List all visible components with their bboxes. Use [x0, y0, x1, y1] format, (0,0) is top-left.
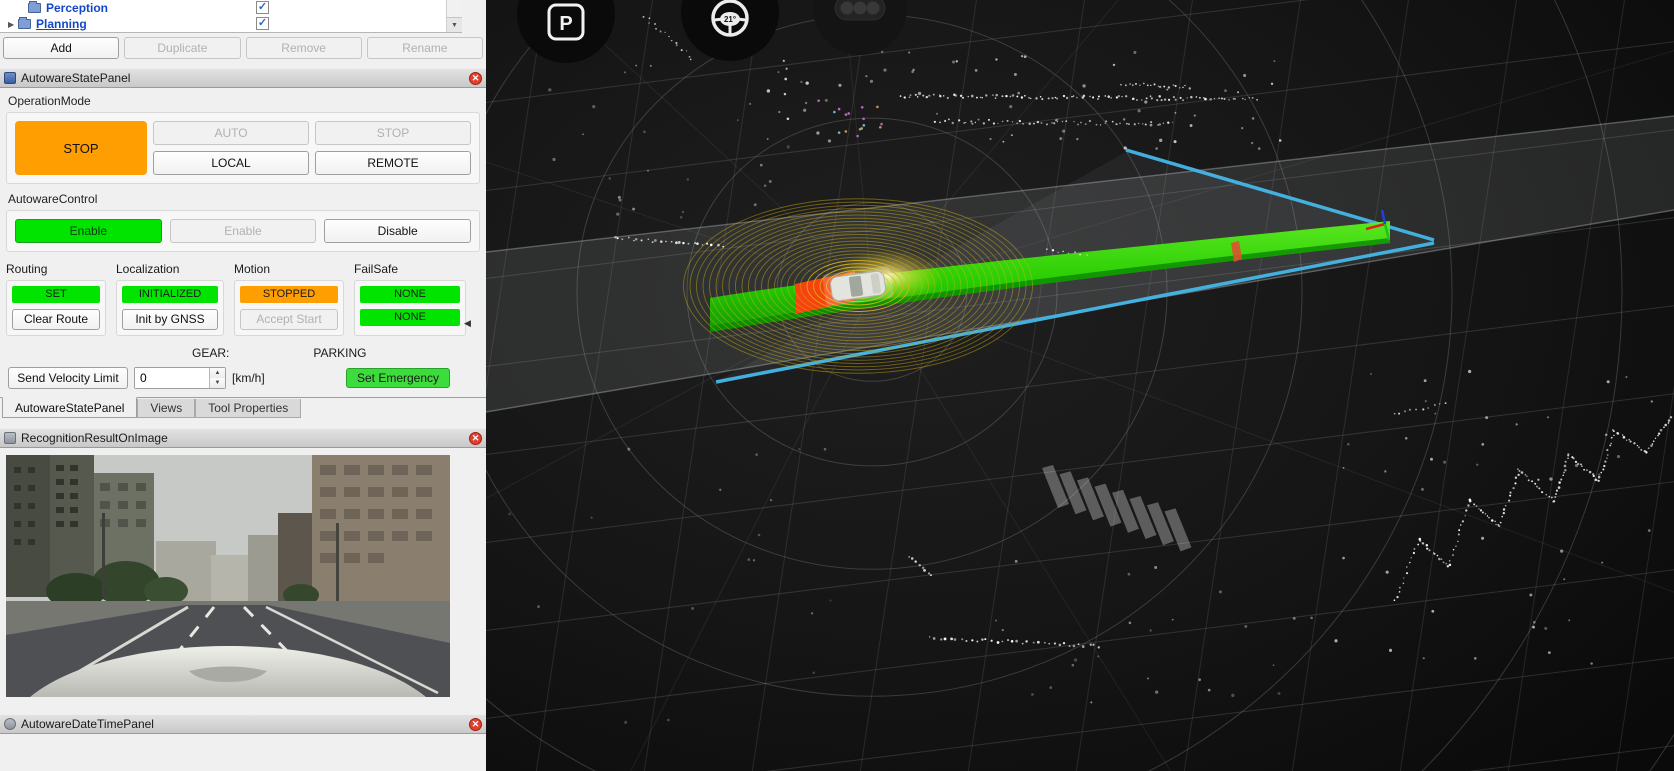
clear-route-button[interactable]: Clear Route [12, 309, 100, 330]
failsafe-status-badge: NONE [360, 286, 460, 303]
datetime-panel-body [0, 734, 486, 771]
init-by-gnss-button[interactable]: Init by GNSS [122, 309, 218, 330]
operation-mode-label: OperationMode [8, 94, 480, 110]
tab-tool-properties[interactable]: Tool Properties [195, 399, 301, 418]
auto-mode-button: AUTO [153, 121, 309, 145]
parking-letter: P [559, 13, 572, 35]
set-emergency-button[interactable]: Set Emergency [346, 368, 450, 388]
add-button[interactable]: Add [3, 37, 119, 59]
state-panel-body: OperationMode STOP AUTO STOP LOCAL REMOT… [0, 88, 486, 389]
folder-icon [18, 19, 31, 29]
left-panel: Perception ✓ ▶ Planning ✓ ▼ Add Duplicat… [0, 0, 486, 771]
control-disable-button[interactable]: Disable [324, 219, 471, 243]
routing-label: Routing [6, 262, 106, 278]
autoware-control-group: Enable Enable Disable [6, 210, 480, 252]
camera-image [6, 455, 450, 697]
expand-arrow-icon[interactable]: ▶ [8, 20, 18, 29]
velocity-spinbox[interactable]: ▲ ▼ [134, 367, 226, 389]
spinbox-arrows[interactable]: ▲ ▼ [209, 368, 225, 388]
viewport-container: P 21° [486, 0, 1674, 771]
stop-mode-button: STOP [315, 121, 471, 145]
panel-tabbar: AutowareStatePanel Views Tool Properties [0, 397, 486, 419]
datetime-panel-header[interactable]: AutowareDateTimePanel ✕ [0, 714, 486, 734]
traffic-light-icon [835, 0, 885, 20]
status-columns: SET Clear Route INITIALIZED Init by GNSS… [6, 280, 480, 336]
accept-start-button: Accept Start [240, 309, 338, 330]
status-column-labels: Routing Localization Motion FailSafe [6, 262, 480, 278]
scroll-down-icon[interactable]: ▼ [447, 17, 462, 32]
localization-status-badge: INITIALIZED [122, 286, 218, 303]
tree-item-planning[interactable]: ▶ Planning ✓ [0, 16, 462, 32]
close-icon[interactable]: ✕ [469, 718, 482, 731]
tree-item-perception[interactable]: Perception ✓ [0, 0, 462, 16]
hud-overlay: P 21° [517, 0, 907, 63]
localization-label: Localization [116, 262, 224, 278]
failsafe-label: FailSafe [354, 262, 466, 278]
velocity-input[interactable] [135, 368, 209, 388]
gear-label: GEAR: [192, 346, 229, 360]
velocity-row: Send Velocity Limit ▲ ▼ [km/h] Set Emerg… [6, 367, 480, 389]
routing-group: SET Clear Route [6, 280, 106, 336]
failsafe-group: NONE NONE [354, 280, 466, 336]
remove-button: Remove [246, 37, 362, 59]
close-icon[interactable]: ✕ [469, 72, 482, 85]
control-enable-button: Enable [170, 219, 317, 243]
gear-row: GEAR: PARKING [6, 344, 480, 362]
recognition-panel-header[interactable]: RecognitionResultOnImage ✕ [0, 428, 486, 448]
state-panel-header[interactable]: AutowareStatePanel ✕ [0, 68, 486, 88]
autoware-panel-icon [4, 72, 16, 84]
motion-label: Motion [234, 262, 344, 278]
gear-value: PARKING [313, 346, 366, 360]
routing-status-badge: SET [12, 286, 100, 303]
remote-mode-button[interactable]: REMOTE [315, 151, 471, 175]
steering-angle-value: 21° [724, 15, 736, 24]
recognition-panel-icon [4, 432, 16, 444]
panel-title: AutowareStatePanel [21, 71, 469, 85]
tab-views[interactable]: Views [137, 399, 195, 418]
operation-mode-group: STOP AUTO STOP LOCAL REMOTE [6, 112, 480, 184]
tree-item-label: Planning [36, 17, 87, 31]
datetime-panel-icon [4, 718, 16, 730]
panel-title: AutowareDateTimePanel [21, 717, 469, 731]
localization-group: INITIALIZED Init by GNSS [116, 280, 224, 336]
operation-mode-stop-indicator: STOP [15, 121, 147, 175]
panel-collapse-handle[interactable]: ◀ [464, 312, 476, 334]
perception-checkbox[interactable]: ✓ [256, 1, 269, 14]
velocity-unit-label: [km/h] [232, 371, 265, 385]
panel-title: RecognitionResultOnImage [21, 431, 469, 445]
spin-up-icon[interactable]: ▲ [210, 368, 225, 378]
rename-button: Rename [367, 37, 483, 59]
camera-view [0, 448, 486, 707]
display-buttons-row: Add Duplicate Remove Rename [0, 33, 486, 62]
spin-down-icon[interactable]: ▼ [210, 378, 225, 388]
duplicate-button: Duplicate [124, 37, 240, 59]
local-mode-button[interactable]: LOCAL [153, 151, 309, 175]
tree-scrollbar[interactable]: ▼ [446, 0, 462, 32]
3d-viewport[interactable]: P 21° [486, 0, 1674, 771]
close-icon[interactable]: ✕ [469, 432, 482, 445]
failsafe-status-badge-2: NONE [360, 309, 460, 326]
tree-item-label: Perception [46, 1, 108, 15]
tab-autoware-state-panel[interactable]: AutowareStatePanel [2, 397, 137, 418]
rviz-window: Perception ✓ ▶ Planning ✓ ▼ Add Duplicat… [0, 0, 1674, 771]
displays-tree: Perception ✓ ▶ Planning ✓ ▼ [0, 0, 462, 33]
control-enable-indicator: Enable [15, 219, 162, 243]
motion-group: STOPPED Accept Start [234, 280, 344, 336]
folder-icon [28, 3, 41, 13]
motion-status-badge: STOPPED [240, 286, 338, 303]
send-velocity-limit-button[interactable]: Send Velocity Limit [8, 367, 128, 389]
planning-checkbox[interactable]: ✓ [256, 17, 269, 30]
autoware-control-label: AutowareControl [8, 192, 480, 208]
